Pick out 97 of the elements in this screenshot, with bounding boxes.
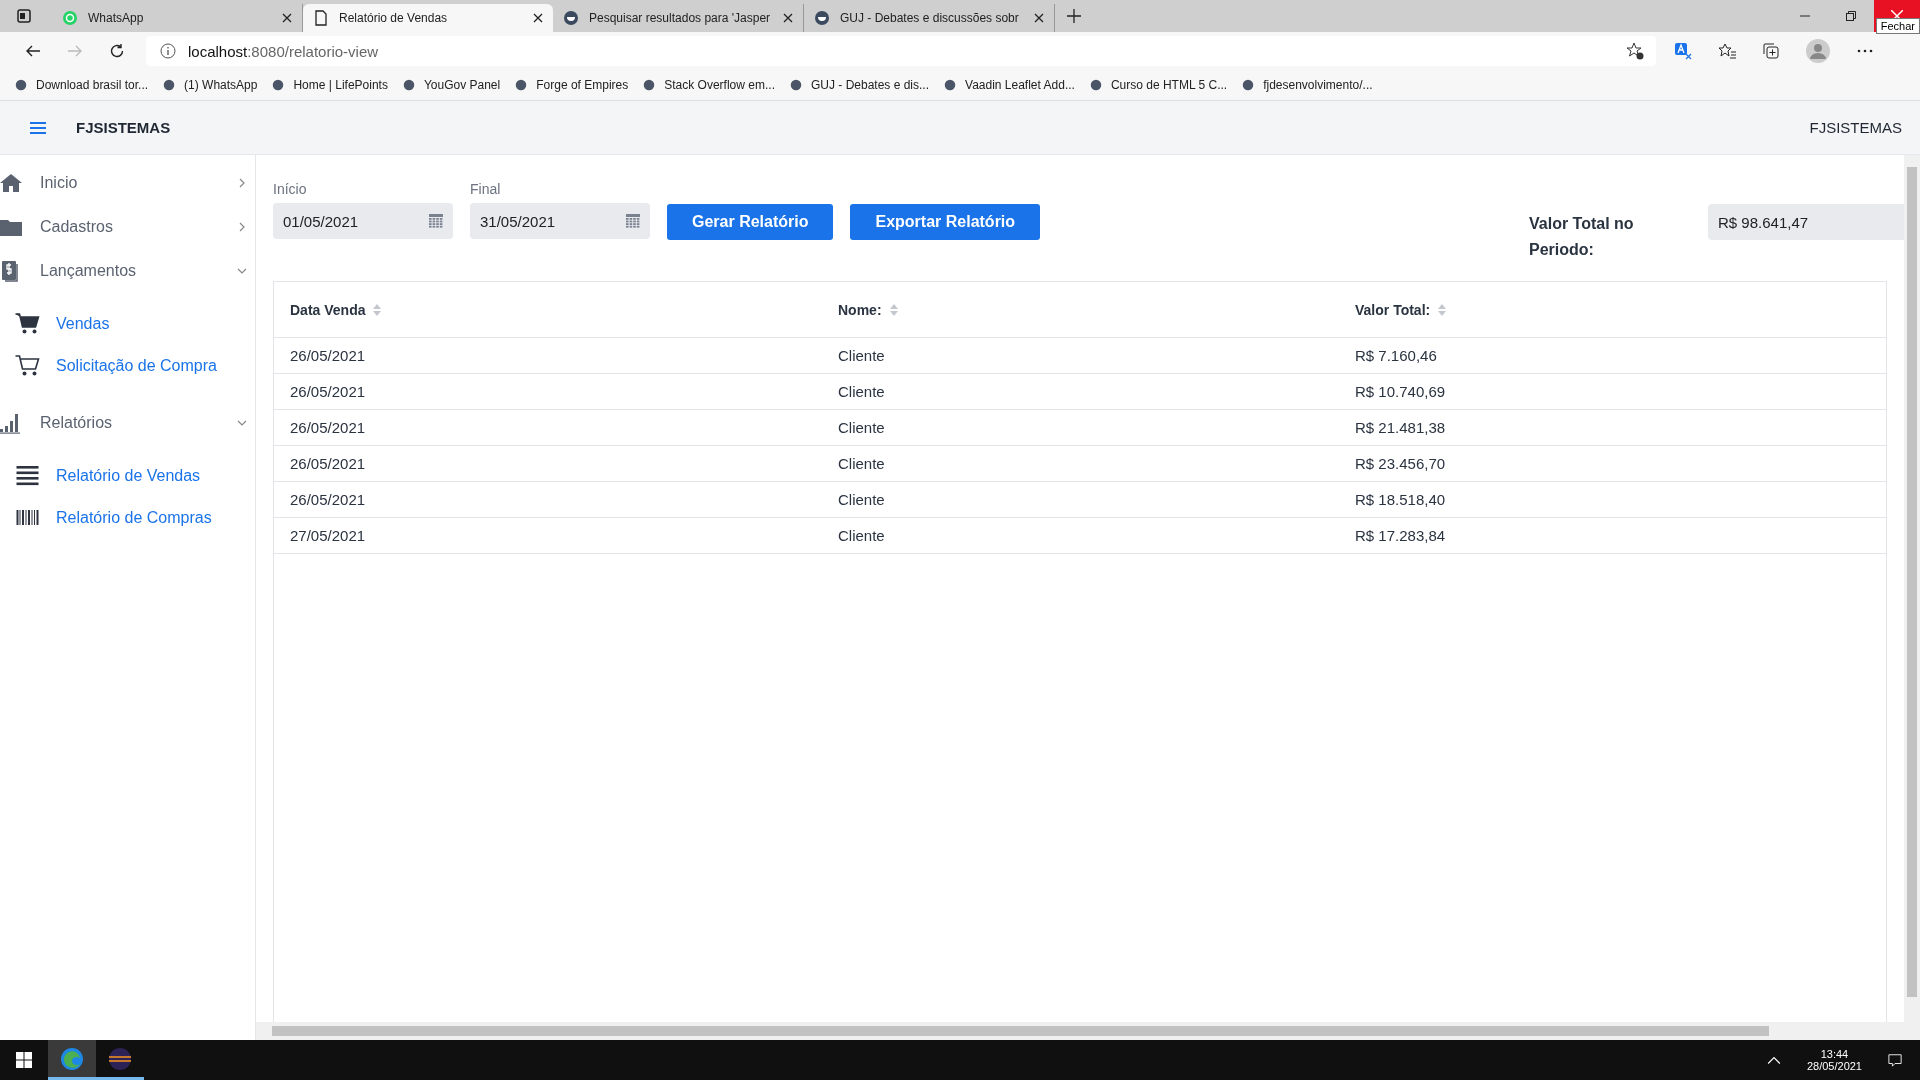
table-cell-text: 26/05/2021 (289, 491, 367, 508)
close-icon[interactable] (282, 13, 292, 23)
sidebar-link[interactable]: Relatório de Vendas (15, 455, 255, 497)
app-brand: FJSISTEMAS (1809, 119, 1902, 136)
site-icon (943, 78, 957, 92)
bookmark[interactable]: Stack Overflow em... (642, 78, 775, 92)
sidebar-item[interactable]: Cadastros (0, 205, 255, 249)
sidebar-item[interactable]: Relatórios (0, 401, 255, 445)
table-cell-text: Cliente (837, 383, 886, 400)
date-field[interactable]: 31/05/2021 (470, 203, 650, 239)
start-icon[interactable] (16, 1052, 32, 1068)
site-icon (642, 78, 657, 92)
site-icon (401, 78, 416, 92)
column-header[interactable]: Valor Total: (1339, 301, 1886, 318)
calendar-icon[interactable] (626, 214, 640, 228)
table-cell-text: Cliente (837, 419, 886, 436)
ide-icon (108, 1046, 132, 1071)
table-cell-text: R$ 10.740,69 (1354, 383, 1447, 400)
table-cell-text: 26/05/2021 (289, 455, 367, 472)
restore-icon[interactable] (1846, 11, 1856, 21)
table-cell-text: 26/05/2021 (289, 347, 367, 364)
table-cell-text: 26/05/2021 (289, 419, 367, 436)
close-icon[interactable] (783, 13, 793, 23)
table-cell-text: R$ 23.456,70 (1354, 455, 1447, 472)
bookmark[interactable]: YouGov Panel (401, 78, 501, 92)
close-icon[interactable] (533, 13, 543, 23)
table-cell-text: R$ 21.481,38 (1354, 419, 1447, 436)
table-cell-text: R$ 17.283,84 (1354, 527, 1447, 544)
table-cell-text: 26/05/2021 (289, 383, 367, 400)
vertical-scrollbar[interactable] (1904, 155, 1920, 1022)
site-icon (514, 78, 529, 92)
bookmark[interactable]: GUJ - Debates e dis... (788, 78, 929, 92)
app-brand: FJSISTEMAS (76, 119, 171, 136)
table-cell-text: R$ 18.518,40 (1354, 491, 1447, 508)
field-label: Final (470, 181, 502, 197)
bookmark[interactable]: Vaadin Leaflet Add... (943, 78, 1075, 92)
action-button[interactable]: Exportar Relatório (850, 204, 1041, 240)
sidebar-item[interactable]: Lançamentos (0, 249, 255, 293)
browser-tab[interactable]: Relatório de Vendas (303, 4, 553, 32)
refresh-icon[interactable] (109, 43, 125, 59)
site-icon (14, 78, 28, 92)
column-header[interactable]: Data Venda (274, 301, 822, 318)
close-icon[interactable] (1034, 13, 1044, 23)
bookmark[interactable]: Forge of Empires (514, 78, 629, 92)
favorite-add-icon[interactable] (1626, 42, 1644, 60)
sidebar-link[interactable]: Relatório de Compras (15, 497, 255, 539)
site-icon (563, 10, 579, 26)
site-icon (162, 78, 177, 92)
table-cell-text: Cliente (837, 491, 886, 508)
site-icon (1088, 78, 1103, 92)
address-field[interactable]: localhost:8080/relatorio-view (146, 36, 1656, 66)
tooltip: Fechar (1875, 18, 1920, 34)
horizontal-scrollbar[interactable] (256, 1022, 1920, 1040)
table-cell-text: 27/05/2021 (289, 527, 367, 544)
calendar-icon[interactable] (429, 214, 443, 228)
sidebar-link[interactable]: Solicitação de Compra (15, 345, 255, 387)
home-icon (0, 172, 22, 194)
table-cell-text: Cliente (837, 455, 886, 472)
info-icon (160, 43, 176, 59)
total-label: Valor Total no Periodo: (1529, 214, 1635, 260)
list-icon (15, 465, 40, 487)
collections-icon[interactable] (1762, 42, 1780, 60)
chat-bubble-icon (62, 10, 78, 26)
profile-avatar-icon[interactable] (1806, 39, 1830, 63)
taskbar-app[interactable] (48, 1040, 96, 1080)
translate-icon[interactable] (1674, 42, 1692, 60)
sidebar-link[interactable]: Vendas (15, 303, 255, 345)
menu-icon[interactable] (30, 120, 46, 135)
page-icon (313, 10, 329, 26)
cart-icon (15, 355, 40, 377)
notification-icon[interactable] (1888, 1053, 1902, 1067)
tab-actions-icon[interactable] (16, 8, 32, 24)
clock[interactable]: 13:44 28/05/2021 (1798, 1040, 1870, 1080)
bookmark[interactable]: Download brasil tor... (14, 78, 149, 92)
date-field[interactable]: 01/05/2021 (273, 203, 453, 239)
bookmark[interactable]: fjdesenvolvimento/... (1241, 78, 1373, 92)
chart-icon (0, 412, 22, 434)
table-cell-text: Cliente (837, 347, 886, 364)
browser-icon (60, 1046, 84, 1071)
back-icon[interactable] (25, 43, 41, 59)
action-button[interactable]: Gerar Relatório (667, 204, 834, 240)
cart-filled-icon (15, 313, 40, 335)
site-icon (1241, 78, 1256, 92)
site-icon (814, 10, 830, 26)
column-header[interactable]: Nome: (822, 301, 1339, 318)
table-cell-text: Cliente (837, 527, 886, 544)
bookmark[interactable]: Home | LifePoints (271, 78, 388, 92)
bookmark[interactable]: (1) WhatsApp (162, 78, 258, 92)
site-icon (271, 78, 286, 92)
bookmark[interactable]: Curso de HTML 5 C... (1088, 78, 1228, 92)
table-cell-text: R$ 7.160,46 (1354, 347, 1438, 364)
sidebar-item[interactable]: Inicio (0, 161, 255, 205)
favorites-icon[interactable] (1718, 42, 1736, 60)
new-tab-icon[interactable] (1067, 9, 1081, 23)
total-field: R$ 98.641,47 (1708, 204, 1904, 240)
field-label: Início (273, 181, 308, 197)
site-icon (788, 78, 803, 92)
